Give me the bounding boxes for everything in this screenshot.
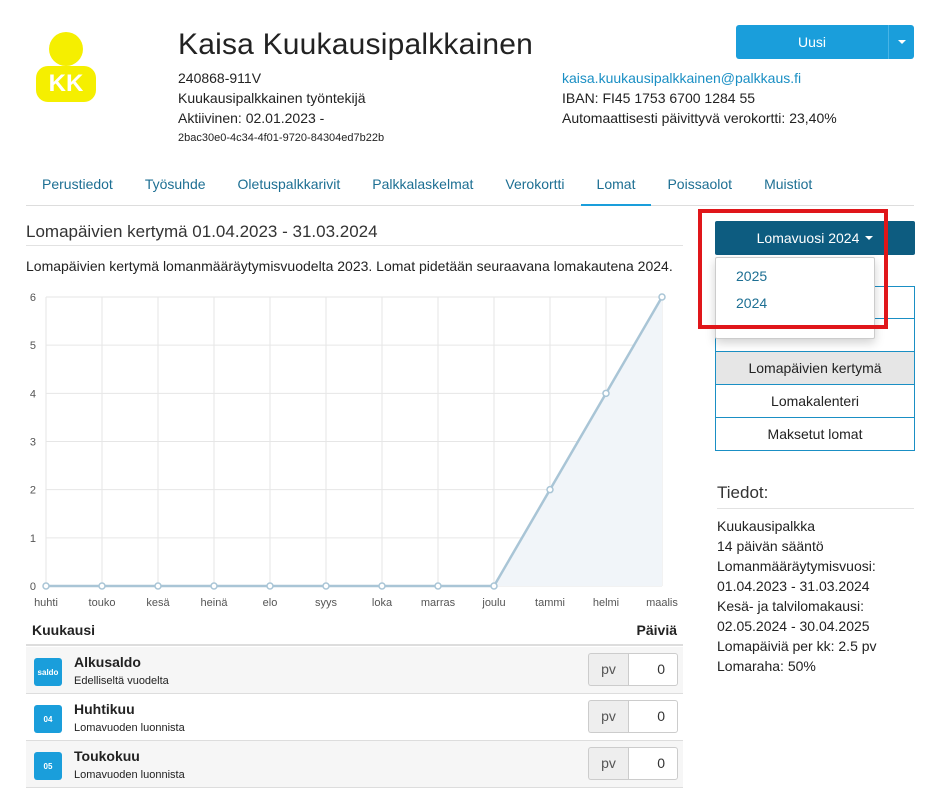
days-input[interactable]: 0 — [628, 700, 678, 733]
x-tick-label: loka — [372, 597, 393, 609]
info-line: Lomaraha: 50% — [717, 658, 816, 674]
x-tick-label: elo — [263, 597, 278, 609]
side-menu-item-paid-holidays[interactable]: Maksetut lomat — [715, 418, 915, 451]
side-menu-item-calendar[interactable]: Lomakalenteri — [715, 385, 915, 418]
tab-poissaolot[interactable]: Poissaolot — [651, 164, 748, 206]
month-badge: 05 — [34, 752, 62, 780]
row-subtitle: Lomavuoden luonnista — [74, 769, 185, 781]
x-tick-label: maalis — [646, 597, 678, 609]
y-tick-label: 2 — [30, 485, 36, 497]
column-header-month: Kuukausi — [32, 622, 96, 638]
x-tick-label: tammi — [535, 597, 565, 609]
data-point — [658, 293, 666, 301]
y-tick-label: 4 — [30, 388, 36, 400]
info-line: Lomanmääräytymisvuosi: — [717, 558, 876, 574]
column-header-days: Päiviä — [636, 622, 677, 638]
tab-muistiot[interactable]: Muistiot — [748, 164, 828, 206]
employee-info: 240868-911V Kuukausipalkkainen työntekij… — [178, 68, 384, 148]
y-tick-label: 5 — [30, 340, 36, 352]
side-menu-item-accrual[interactable]: Lomapäivien kertymä — [715, 352, 915, 385]
accrual-chart: 0 1 2 3 4 5 6 huhti touko kesä heinä elo syys loka mar… — [30, 292, 679, 609]
employee-id-code: 240868-911V — [178, 70, 262, 86]
x-tick-label: helmi — [593, 597, 619, 609]
avatar-icon: KK — [36, 32, 96, 102]
row-subtitle: Edelliseltä vuodelta — [74, 675, 169, 687]
tab-tyosuhde[interactable]: Työsuhde — [129, 164, 222, 206]
data-point — [490, 582, 498, 590]
data-point — [602, 389, 610, 398]
new-payroll-dropdown-toggle[interactable] — [888, 25, 914, 59]
x-tick-label: joulu — [481, 597, 505, 609]
section-description: Lomapäivien kertymä lomanmääräytymisvuod… — [26, 258, 673, 274]
employee-contact: kaisa.kuukausipalkkainen@palkkaus.fi IBA… — [562, 68, 837, 128]
month-badge: saldo — [34, 658, 62, 686]
employee-email-link[interactable]: kaisa.kuukausipalkkainen@palkkaus.fi — [562, 68, 837, 88]
unit-label: pv — [588, 700, 628, 733]
info-list: Kuukausipalkka 14 päivän sääntö Lomanmää… — [717, 516, 877, 676]
row-title: Huhtikuu — [74, 701, 135, 717]
x-tick-label: kesä — [146, 597, 170, 609]
info-line: Kuukausipalkka — [717, 518, 816, 534]
data-point — [434, 582, 442, 590]
table-row: 04 Huhtikuu Lomavuoden luonnista pv 0 — [26, 694, 683, 741]
employee-role: Kuukausipalkkainen työntekijä — [178, 90, 366, 106]
x-tick-label: syys — [315, 597, 338, 609]
unit-label: pv — [588, 653, 628, 686]
tab-oletuspalkkarivit[interactable]: Oletuspalkkarivit — [222, 164, 357, 206]
days-input[interactable]: 0 — [628, 653, 678, 686]
tab-lomat[interactable]: Lomat — [580, 164, 652, 206]
x-tick-label: marras — [421, 597, 456, 609]
tab-verokortti[interactable]: Verokortti — [489, 164, 580, 206]
x-tick-label: huhti — [34, 597, 58, 609]
x-tick-label: touko — [89, 597, 116, 609]
tab-palkkalaskelmat[interactable]: Palkkalaskelmat — [356, 164, 489, 206]
employee-active: Aktiivinen: 02.01.2023 - — [178, 110, 325, 126]
y-tick-label: 0 — [30, 581, 36, 593]
row-title: Toukokuu — [74, 748, 140, 764]
days-input[interactable]: 0 — [628, 747, 678, 780]
avatar-initials: KK — [49, 70, 84, 97]
table-row: saldo Alkusaldo Edelliseltä vuodelta pv … — [26, 647, 683, 694]
unit-label: pv — [588, 747, 628, 780]
employee-name: Kaisa Kuukausipalkkainen — [178, 28, 534, 61]
data-point — [266, 582, 274, 590]
caret-down-icon — [897, 40, 906, 44]
y-tick-label: 3 — [30, 437, 36, 449]
table-row: 05 Toukokuu Lomavuoden luonnista pv 0 — [26, 741, 683, 788]
data-point — [42, 582, 50, 590]
section-title: Lomapäivien kertymä 01.04.2023 - 31.03.2… — [26, 222, 683, 246]
info-line: Kesä- ja talvilomakausi: — [717, 598, 865, 614]
info-line: 02.05.2024 - 30.04.2025 — [717, 618, 870, 634]
new-payroll-button[interactable]: Uusi palkkalaskelma — [736, 25, 888, 59]
row-title: Alkusaldo — [74, 654, 141, 670]
data-point — [322, 582, 330, 590]
info-line: 01.04.2023 - 31.03.2024 — [717, 578, 870, 594]
month-badge: 04 — [34, 705, 62, 733]
employee-uuid: 2bac30e0-4c34-4f01-9720-84304ed7b22b — [178, 132, 385, 144]
info-line: 14 päivän sääntö — [717, 538, 824, 554]
data-point — [210, 582, 218, 590]
new-payroll-split-button: Uusi palkkalaskelma — [736, 25, 914, 59]
red-highlight-annotation — [698, 209, 888, 329]
tab-bar: Perustiedot Työsuhde Oletuspalkkarivit P… — [26, 164, 914, 206]
employee-iban: IBAN: FI45 1753 6700 1284 55 — [562, 90, 756, 106]
y-tick-label: 6 — [30, 292, 36, 304]
info-line: Lomapäiviä per kk: 2.5 pv — [717, 638, 877, 654]
row-subtitle: Lomavuoden luonnista — [74, 722, 185, 734]
tab-perustiedot[interactable]: Perustiedot — [26, 164, 129, 206]
employee-tax-card: Automaattisesti päivittyvä verokortti: 2… — [562, 110, 837, 126]
x-tick-label: heinä — [201, 597, 229, 609]
data-point — [98, 582, 106, 590]
y-tick-label: 1 — [30, 533, 36, 545]
data-point — [154, 582, 162, 590]
info-title: Tiedot: — [717, 483, 914, 509]
table-header: Kuukausi Päiviä — [26, 620, 683, 646]
data-point — [546, 485, 554, 494]
data-point — [378, 582, 386, 590]
